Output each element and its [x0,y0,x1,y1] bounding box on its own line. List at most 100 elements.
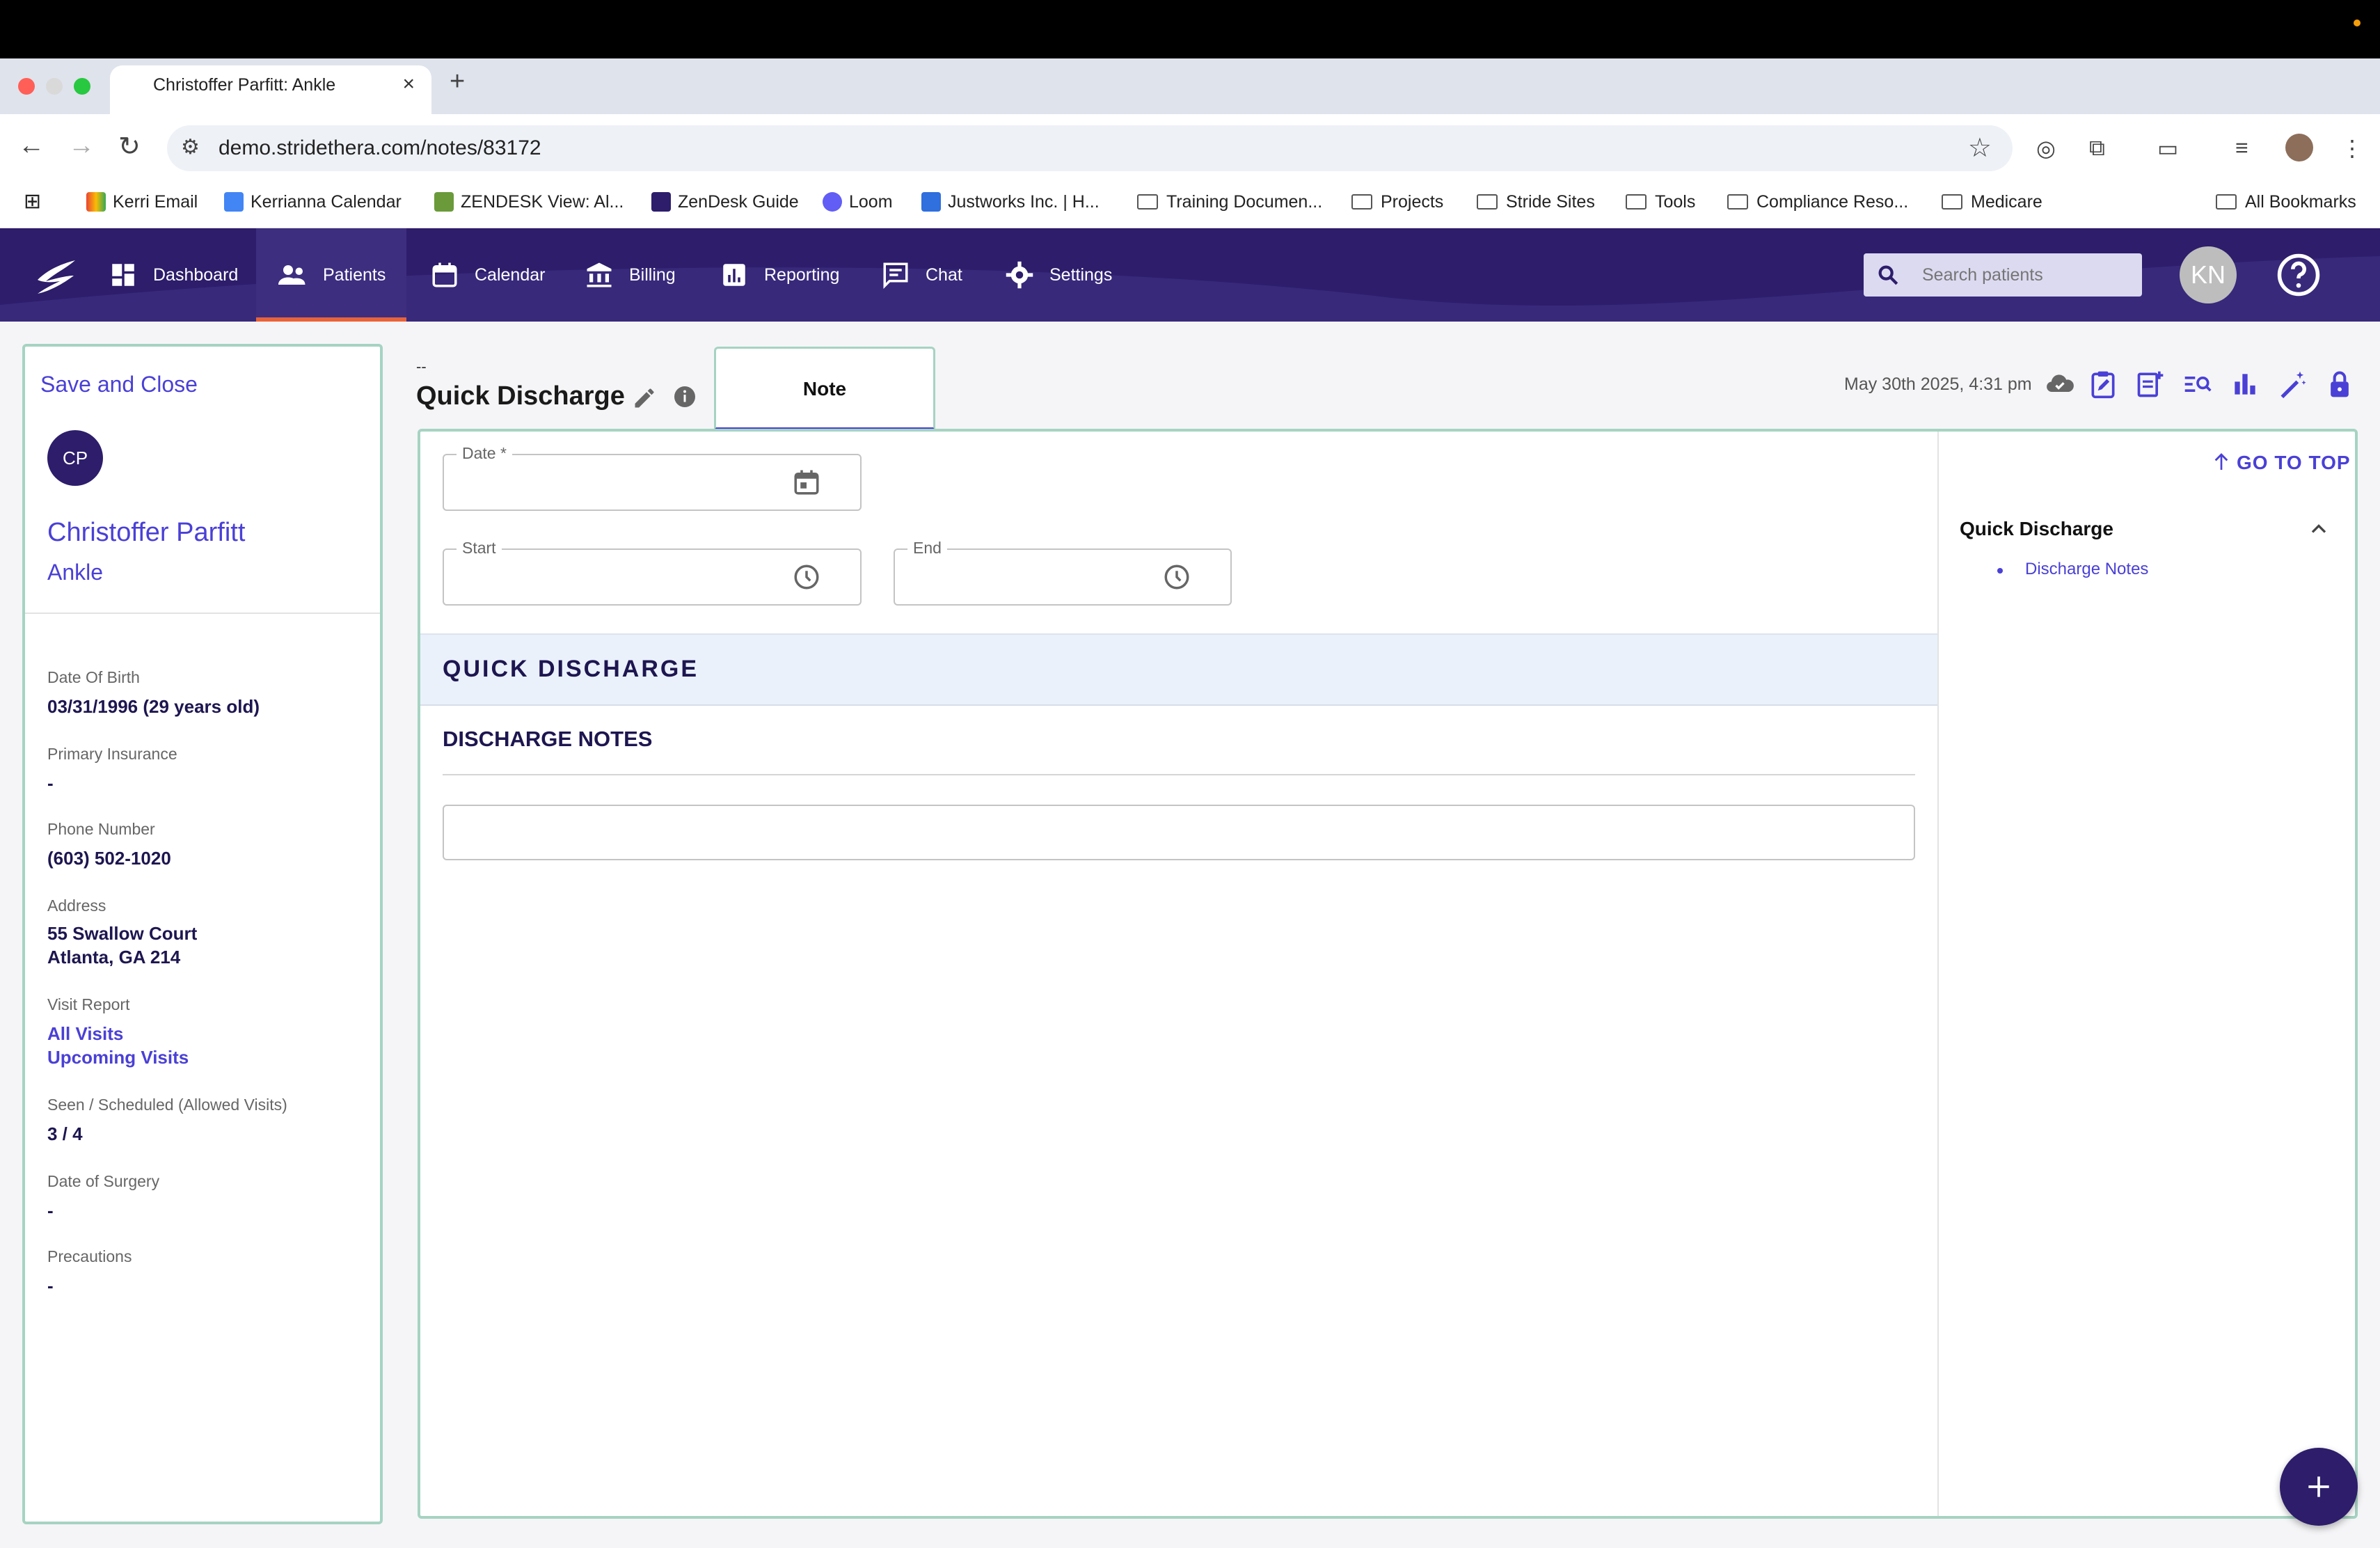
toc-item-discharge-notes[interactable]: Discharge Notes [2025,560,2148,579]
window-close-button[interactable] [18,78,35,95]
folder-icon [1942,194,1962,210]
discharge-notes-input[interactable] [443,805,1915,860]
date-label: Date * [457,444,512,463]
password-manager-icon[interactable]: ◎ [2036,135,2056,161]
insurance-value: - [47,773,54,793]
bookmark-medicare[interactable]: Medicare [1942,192,2042,212]
extensions-icon[interactable]: ⧉ [2089,135,2105,161]
bookmark-projects[interactable]: Projects [1351,192,1443,212]
patient-search[interactable] [1864,253,2142,297]
note-title: Quick Discharge [416,381,625,411]
window-minimize-button[interactable] [46,78,63,95]
bookmark-kerrianna-calendar[interactable]: Kerrianna Calendar [224,192,402,212]
bookmark-loom[interactable]: Loom [823,192,893,212]
patient-sidebar: Save and Close CP Christoffer Parfitt An… [22,344,383,1524]
edit-clipboard-icon[interactable] [2088,369,2118,400]
bookmark-zendesk-guide[interactable]: ZenDesk Guide [651,192,799,212]
end-time-field[interactable]: End [894,539,1232,606]
nav-chat[interactable]: Chat [881,228,962,322]
help-icon[interactable] [2276,252,2322,298]
forward-icon[interactable]: → [68,131,95,161]
bookmark-training-docs[interactable]: Training Documen... [1137,192,1322,212]
phone-label: Phone Number [47,820,155,838]
all-visits-link[interactable]: All Visits [47,1023,123,1045]
calendar-icon [432,262,457,287]
add-note-icon[interactable] [2135,369,2166,400]
clock-icon[interactable] [792,562,821,592]
search-list-icon[interactable] [2182,369,2213,400]
back-icon[interactable]: ← [18,131,45,161]
stride-icon [651,192,671,212]
browser-menu-icon[interactable]: ⋮ [2341,135,2363,161]
date-field[interactable]: Date * [443,444,862,511]
status-dot [2354,19,2361,26]
search-input[interactable] [1922,262,2131,288]
tab-note[interactable]: Note [714,347,935,430]
insurance-label: Primary Insurance [47,745,177,763]
magic-wand-icon[interactable] [2277,369,2308,400]
tab-close-icon[interactable]: × [402,72,415,96]
clock-icon[interactable] [1162,562,1191,592]
nav-settings[interactable]: Settings [1005,228,1112,322]
calendar-icon [224,192,244,212]
bookmark-compliance[interactable]: Compliance Reso... [1727,192,1908,212]
profile-avatar[interactable] [2285,134,2313,161]
calendar-icon[interactable] [792,468,821,497]
bookmark-star-icon[interactable]: ☆ [1968,132,1992,164]
bookmark-tools[interactable]: Tools [1626,192,1695,212]
all-bookmarks[interactable]: All Bookmarks [2216,192,2356,212]
app-header: Dashboard Patients Calendar Billing Repo… [0,228,2380,322]
dob-value: 03/31/1996 (29 years old) [47,696,260,717]
omnibox[interactable]: ⚙ demo.stridethera.com/notes/83172 ☆ [167,125,2013,171]
start-time-field[interactable]: Start [443,539,862,606]
new-tab-icon[interactable]: + [450,67,465,97]
divider [1937,432,1939,1516]
gear-icon [1006,261,1033,289]
go-to-top-button[interactable]: GO TO TOP [2210,450,2351,474]
dob-label: Date Of Birth [47,668,140,686]
os-menu-bar [0,0,2380,58]
address-line1: 55 Swallow Court [47,923,198,944]
folder-icon [1137,194,1158,210]
folder-icon [1351,194,1372,210]
site-settings-icon[interactable]: ⚙ [181,135,200,159]
bookmark-stride-sites[interactable]: Stride Sites [1477,192,1595,212]
toc-bullet [1997,568,2003,574]
folder-icon [1727,194,1748,210]
url-text[interactable]: demo.stridethera.com/notes/83172 [219,136,541,160]
add-fab-button[interactable] [2280,1448,2358,1526]
nav-patients[interactable]: Patients [256,228,406,322]
info-icon[interactable] [672,384,697,409]
note-form-card: Date * Start End QUICK DISCHARGE DISCHAR… [418,429,2358,1519]
reload-icon[interactable]: ↻ [118,131,141,162]
apps-grid-icon[interactable]: ⊞ [24,189,41,214]
window-maximize-button[interactable] [74,78,90,95]
start-label: Start [457,539,502,558]
bookmark-justworks[interactable]: Justworks Inc. | H... [921,192,1100,212]
bookmark-kerri-email[interactable]: Kerri Email [86,192,198,212]
edit-pencil-icon[interactable] [632,386,657,411]
justworks-icon [921,192,941,212]
stride-logo-icon[interactable] [28,248,84,303]
bookmark-zendesk-view[interactable]: ZENDESK View: Al... [434,192,624,212]
browser-tab[interactable]: Christoffer Parfitt: Ankle × [110,65,431,114]
chevron-up-icon[interactable] [2306,516,2331,542]
nav-calendar[interactable]: Calendar [430,228,545,322]
nav-dashboard[interactable]: Dashboard [109,228,238,322]
save-and-close-button[interactable]: Save and Close [40,372,198,397]
toc-title[interactable]: Quick Discharge [1960,518,2113,540]
lock-icon[interactable] [2324,369,2355,400]
nav-billing[interactable]: Billing [585,228,676,322]
zendesk-icon [434,192,454,212]
patient-case[interactable]: Ankle [47,560,103,585]
upcoming-visits-link[interactable]: Upcoming Visits [47,1047,189,1068]
tab-search-icon[interactable]: ▭ [2157,135,2178,161]
folder-icon [1626,194,1647,210]
user-avatar[interactable]: KN [2180,246,2237,303]
bar-chart-icon[interactable] [2230,369,2260,400]
media-control-icon[interactable]: ≡ [2235,135,2248,161]
folder-icon [2216,194,2237,210]
patient-name[interactable]: Christoffer Parfitt [47,518,245,548]
active-tab-indicator [256,317,406,322]
nav-reporting[interactable]: Reporting [720,228,839,322]
